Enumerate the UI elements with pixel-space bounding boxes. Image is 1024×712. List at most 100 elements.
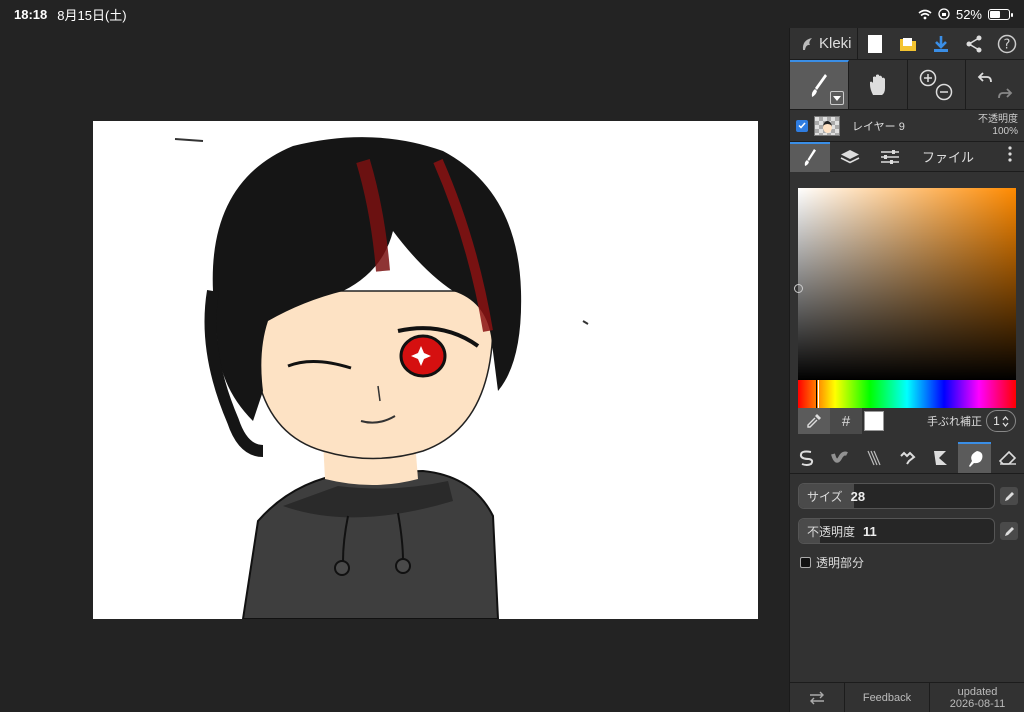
- swap-arrows-icon: [810, 691, 824, 704]
- status-right: 52%: [918, 6, 1013, 22]
- size-value: 28: [850, 488, 866, 504]
- brush-eraser[interactable]: [991, 442, 1024, 473]
- size-pressure-toggle[interactable]: [1000, 487, 1018, 505]
- opacity-slider[interactable]: 不透明度 11: [798, 518, 995, 544]
- status-time: 18:18: [14, 6, 48, 22]
- color-cursor[interactable]: [794, 284, 803, 293]
- kleki-logo-icon: [802, 37, 812, 50]
- updated-label: updated: [957, 685, 998, 698]
- updated-date: 2026-08-11: [949, 697, 1006, 710]
- download-icon[interactable]: [929, 32, 953, 56]
- layer-name: レイヤー 9: [852, 120, 905, 133]
- brush-icon: [811, 73, 827, 97]
- size-slider[interactable]: サイズ 28: [798, 483, 995, 509]
- stabilizer-select[interactable]: 1: [986, 410, 1016, 432]
- status-date: 8月15日(土): [57, 7, 127, 23]
- zoom-icon: [920, 69, 953, 100]
- hue-slider[interactable]: [798, 380, 1016, 408]
- brush-pixel[interactable]: [891, 442, 925, 473]
- stabilizer-value: 1: [993, 414, 1000, 428]
- brush-smudge[interactable]: [957, 442, 992, 473]
- color-picker[interactable]: [794, 188, 1016, 380]
- zoom-buttons[interactable]: [908, 60, 967, 109]
- swap-side-button[interactable]: [790, 683, 845, 712]
- lock-alpha-label: 透明部分: [816, 556, 865, 570]
- logo-text: Kleki: [819, 35, 852, 52]
- opacity-label: 不透明度: [807, 524, 856, 539]
- brush-type-row: [790, 442, 1024, 474]
- tool-row: [790, 60, 1024, 110]
- chemy-icon: [934, 450, 948, 465]
- more-options-icon[interactable]: [1008, 146, 1012, 167]
- size-label: サイズ: [807, 489, 843, 504]
- panel-footer: Feedback updated 2026-08-11: [790, 682, 1024, 712]
- panel-tabs: ファイル: [790, 141, 1024, 172]
- update-info[interactable]: updated 2026-08-11: [930, 683, 1024, 712]
- tab-file[interactable]: ファイル: [922, 147, 974, 166]
- app-root: 18:18 8月15日(土) 52% Kleki ? レイヤー 9 不透明度 1…: [0, 0, 1024, 712]
- brush-blend[interactable]: [824, 442, 858, 473]
- orientation-lock-icon: [938, 8, 950, 20]
- updown-icon: [1002, 415, 1009, 427]
- brush-pen[interactable]: [790, 442, 824, 473]
- panel-topbar: Kleki ?: [790, 27, 1024, 60]
- hex-input-button[interactable]: #: [830, 408, 862, 434]
- feedback-button[interactable]: Feedback: [845, 683, 930, 712]
- brush-chemy[interactable]: [924, 442, 958, 473]
- layers-icon: [840, 149, 860, 163]
- canvas-area[interactable]: [0, 28, 789, 712]
- layer-opacity: 不透明度 100%: [978, 114, 1018, 138]
- pen-pressure-icon: [1004, 526, 1014, 536]
- eraser-icon: [999, 450, 1017, 465]
- lock-alpha-checkbox[interactable]: [800, 557, 811, 568]
- open-file-icon[interactable]: [896, 32, 920, 56]
- eyedropper-button[interactable]: [798, 408, 830, 434]
- layer-thumbnail: [814, 115, 840, 136]
- brush-tool-button[interactable]: [790, 60, 849, 109]
- sketchy-stroke-icon: [867, 450, 881, 465]
- sliders-icon: [881, 149, 899, 164]
- smudge-icon: [968, 450, 983, 467]
- artwork: [174, 137, 589, 619]
- side-panel: Kleki ? レイヤー 9 不透明度 100% ファイル # 手ぶれ補正 1 …: [789, 27, 1024, 712]
- pen-stroke-icon: [799, 450, 813, 466]
- hand-tool-button[interactable]: [849, 60, 908, 109]
- blend-stroke-icon: [831, 451, 849, 463]
- tab-adjust[interactable]: [870, 142, 910, 172]
- hue-cursor[interactable]: [816, 380, 819, 408]
- new-image-icon[interactable]: [863, 32, 887, 56]
- battery-percent: 52%: [955, 6, 982, 22]
- brush-icon: [804, 148, 816, 166]
- undo-redo-icon: [977, 71, 1013, 98]
- opacity-pressure-toggle[interactable]: [1000, 522, 1018, 540]
- drawing-canvas[interactable]: [93, 121, 758, 619]
- topbar-icons: ?: [858, 32, 1024, 56]
- checkmark-icon: [798, 122, 806, 129]
- kleki-logo[interactable]: Kleki: [790, 27, 858, 60]
- share-icon[interactable]: [962, 32, 986, 56]
- saturation-value-area[interactable]: [798, 188, 1016, 380]
- lock-alpha-option[interactable]: 透明部分: [800, 554, 864, 571]
- pixel-stroke-icon: [899, 451, 916, 465]
- wifi-icon: [918, 9, 932, 19]
- stabilizer-label: 手ぶれ補正: [927, 416, 982, 428]
- tab-layers[interactable]: [830, 142, 870, 172]
- color-tools-row: # 手ぶれ補正 1: [798, 408, 1016, 434]
- tab-brush[interactable]: [790, 141, 830, 172]
- battery-icon: [988, 8, 1013, 20]
- layer-visibility-checkbox[interactable]: [796, 119, 808, 132]
- brush-dropdown-icon[interactable]: [829, 91, 844, 105]
- svg-text:?: ?: [1004, 37, 1011, 52]
- pen-pressure-icon: [1004, 491, 1014, 501]
- status-bar: 18:18 8月15日(土) 52%: [0, 0, 1024, 28]
- layer-row[interactable]: レイヤー 9 不透明度 100%: [790, 110, 1024, 142]
- hand-icon: [869, 74, 885, 95]
- layer-opacity-value: 100%: [992, 125, 1018, 137]
- undo-redo-buttons[interactable]: [966, 60, 1024, 109]
- opacity-value: 11: [863, 523, 877, 539]
- current-color-swatch[interactable]: [864, 411, 884, 431]
- eyedropper-icon: [807, 414, 821, 428]
- layer-opacity-label: 不透明度: [978, 113, 1018, 125]
- help-icon[interactable]: ?: [995, 32, 1019, 56]
- brush-sketchy[interactable]: [857, 442, 891, 473]
